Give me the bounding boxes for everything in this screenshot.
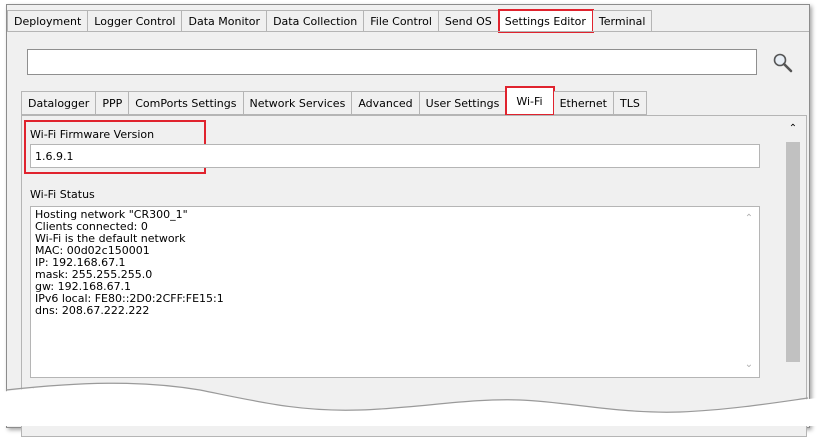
top-tab-bar: Deployment Logger Control Data Monitor D… [7,9,653,33]
tab-settings-editor[interactable]: Settings Editor [497,9,594,33]
tab-data-monitor[interactable]: Data Monitor [182,10,268,32]
firmware-version-label: Wi-Fi Firmware Version [30,128,155,141]
firmware-version-field[interactable] [30,144,760,168]
tab-user-settings[interactable]: User Settings [419,91,507,115]
tab-ethernet[interactable]: Ethernet [553,91,614,115]
chevron-up-icon[interactable]: ⌃ [743,213,755,225]
tab-wifi[interactable]: Wi-Fi [505,86,555,116]
window-frame: Deployment Logger Control Data Monitor D… [6,4,810,437]
tab-comports-settings[interactable]: ComPorts Settings [129,91,244,115]
tab-datalogger[interactable]: Datalogger [21,91,97,115]
status-line: mask: 255.255.255.0 [35,268,153,281]
tab-data-collection[interactable]: Data Collection [267,10,365,32]
chevron-down-icon[interactable]: ⌄ [743,359,755,371]
search-icon[interactable] [772,52,794,74]
search-input[interactable] [27,49,757,75]
tab-send-os[interactable]: Send OS [438,10,499,32]
tab-logger-control[interactable]: Logger Control [88,10,183,32]
status-line: MAC: 00d02c150001 [35,244,150,257]
torn-edge [0,382,817,426]
settings-tab-bar: Datalogger PPP ComPorts Settings Network… [21,86,647,116]
tab-terminal[interactable]: Terminal [592,10,653,32]
tab-file-control[interactable]: File Control [364,10,439,32]
scroll-thumb[interactable] [786,142,800,362]
tab-network-services[interactable]: Network Services [243,91,353,115]
tab-ppp[interactable]: PPP [96,91,130,115]
wifi-status-box[interactable]: Hosting network "CR300_1" Clients connec… [30,206,760,378]
wifi-status-label: Wi-Fi Status [30,188,95,201]
tab-bar-divider [7,31,809,32]
tab-advanced[interactable]: Advanced [352,91,420,115]
scroll-up-icon[interactable]: ⌃ [782,120,804,138]
tab-deployment[interactable]: Deployment [7,10,89,32]
status-line: dns: 208.67.222.222 [35,304,150,317]
tab-tls[interactable]: TLS [613,91,647,115]
search-row [27,49,793,75]
